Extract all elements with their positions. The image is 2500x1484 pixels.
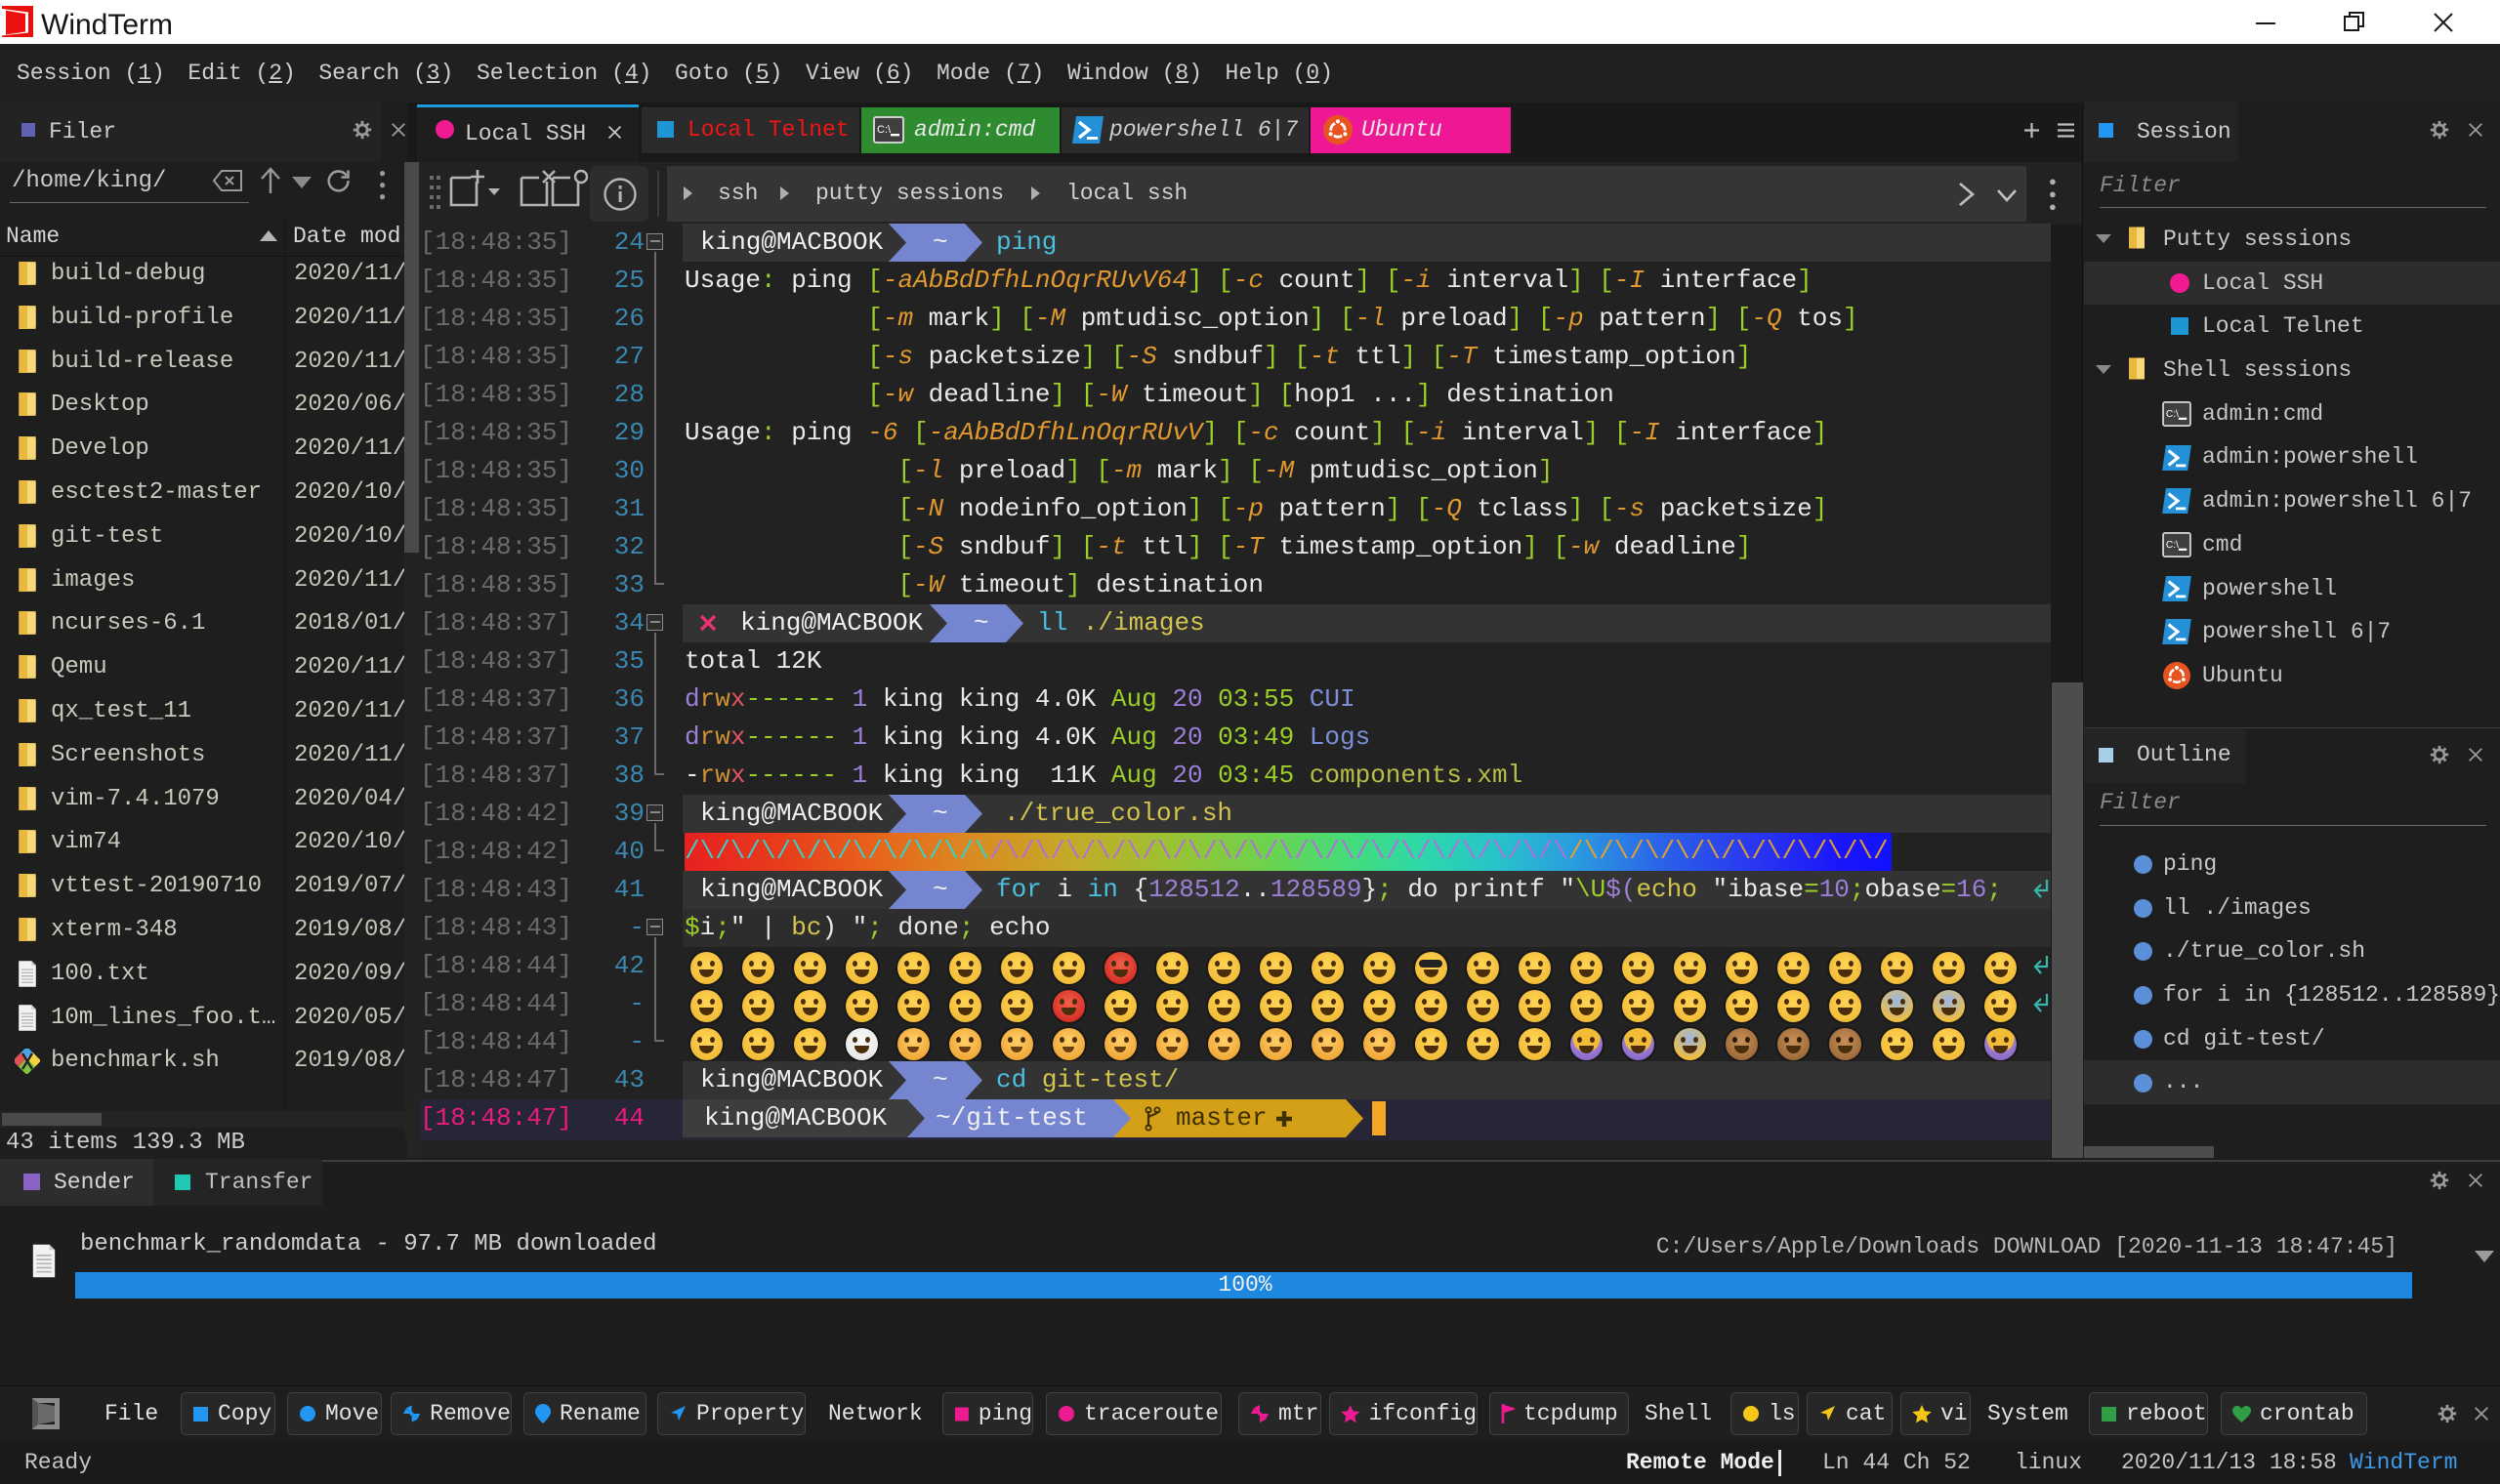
svg-text:C:\: C:\ [2166,409,2179,420]
svg-text:C:\: C:\ [877,124,892,136]
svg-text:C:\: C:\ [2166,540,2179,551]
